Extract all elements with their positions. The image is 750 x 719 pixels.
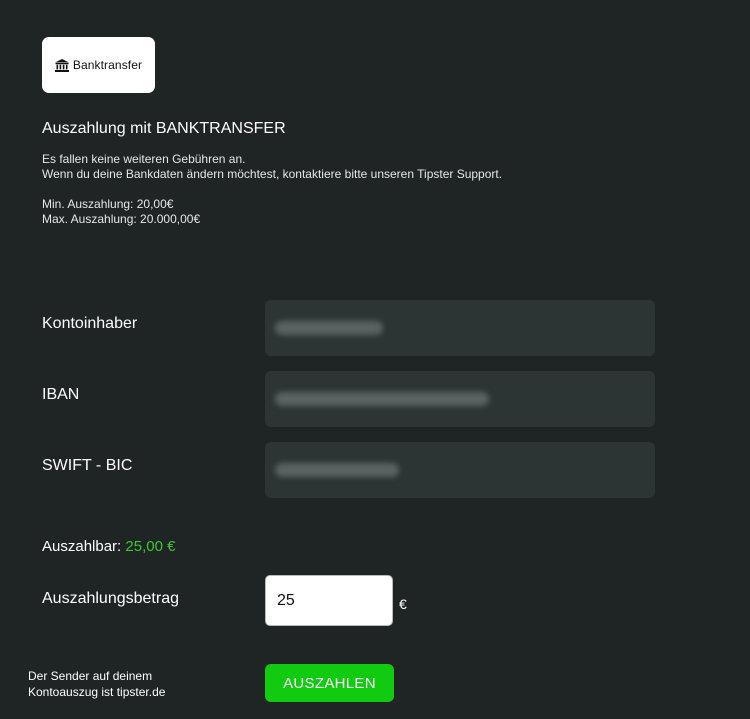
redacted-bic: [275, 463, 399, 477]
redacted-iban: [275, 392, 489, 406]
page-title: Auszahlung mit BANKTRANSFER: [42, 120, 286, 137]
account-holder-label: Kontoinhaber: [42, 315, 138, 332]
account-holder-field[interactable]: [265, 300, 655, 356]
fee-note: Es fallen keine weiteren Gebühren an.: [42, 152, 246, 166]
balance-label: Auszahlbar:: [42, 538, 122, 555]
support-note: Wenn du deine Bankdaten ändern möchtest,…: [42, 167, 503, 181]
payout-amount-label: Auszahlungsbetrag: [42, 590, 179, 607]
payout-button[interactable]: AUSZAHLEN: [265, 664, 394, 702]
bank-icon: [54, 58, 69, 72]
sender-note-line1: Der Sender auf deinem: [28, 669, 153, 683]
currency-symbol: €: [399, 596, 407, 612]
available-balance: Auszahlbar: 25,00 €: [42, 538, 175, 555]
min-payout: Min. Auszahlung: 20,00€: [42, 197, 174, 211]
sender-note: Der Sender auf deinem Kontoauszug ist ti…: [28, 668, 165, 700]
sender-note-line2: Kontoauszug ist tipster.de: [28, 685, 166, 699]
banktransfer-logo: Banktransfer: [42, 37, 155, 93]
logo-text: Banktransfer: [72, 58, 143, 72]
iban-label: IBAN: [42, 386, 80, 403]
bic-field[interactable]: [265, 442, 655, 498]
iban-field[interactable]: [265, 371, 655, 427]
redacted-account-holder: [275, 321, 383, 335]
payout-amount-input[interactable]: [265, 575, 393, 626]
info-text: Es fallen keine weiteren Gebühren an. We…: [42, 152, 502, 227]
max-payout: Max. Auszahlung: 20.000,00€: [42, 212, 201, 226]
balance-amount: 25,00 €: [125, 538, 176, 555]
bic-label: SWIFT - BIC: [42, 457, 133, 474]
